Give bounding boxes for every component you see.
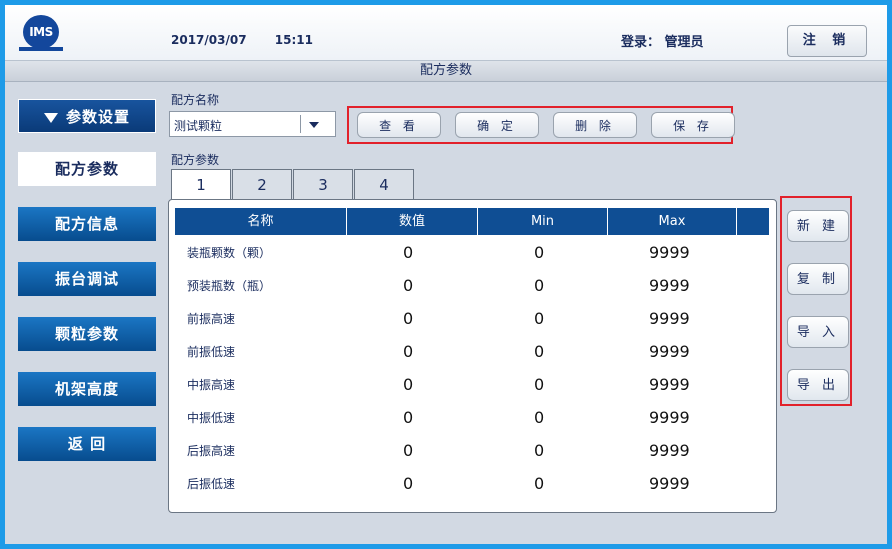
import-button[interactable]: 导 入 [787,316,849,348]
time-text: 15:11 [274,33,313,47]
table-row: 中振高速 0 0 9999 [175,369,753,401]
param-max-cell: 9999 [649,276,690,295]
top-bar: IMS 2017/03/07 15:11 登录： 管理员 注 销 [5,5,887,61]
params-table: 名称 数值 Min Max 装瓶颗数（颗） 0 0 9999 预装瓶数（瓶） 0… [168,199,777,513]
new-button[interactable]: 新 建 [787,210,849,242]
tab-3[interactable]: 3 [293,169,353,199]
select-divider [300,115,301,133]
param-min-cell: 0 [534,408,545,427]
param-max-cell: 9999 [649,375,690,394]
current-user: 管理员 [664,35,704,50]
recipe-params-label: 配方参数 [171,153,220,167]
param-min-cell: 0 [534,441,545,460]
table-row: 前振高速 0 0 9999 [175,303,753,335]
triangle-down-icon [43,112,58,123]
login-info: 登录： 管理员 [621,31,704,50]
param-name-cell: 中振低速 [187,411,236,425]
recipe-name-label: 配方名称 [171,93,220,107]
chevron-down-icon[interactable] [309,122,319,128]
param-min-cell: 0 [534,375,545,394]
login-label: 登录： [621,35,661,50]
param-name-cell: 前振高速 [187,312,236,326]
tab-1[interactable]: 1 [171,169,231,201]
param-value-cell[interactable]: 0 [403,309,413,328]
param-min-cell: 0 [534,474,545,493]
param-name-cell: 后振高速 [187,444,236,458]
sidebar-item-recipe-params[interactable]: 配方参数 [18,152,156,186]
param-value-cell[interactable]: 0 [403,441,413,460]
export-button[interactable]: 导 出 [787,369,849,401]
param-min-cell: 0 [534,243,545,262]
param-min-cell: 0 [534,342,545,361]
sidebar-item-recipe-info[interactable]: 配方信息 [18,207,156,241]
tab-4[interactable]: 4 [354,169,414,199]
param-max-cell: 9999 [649,243,690,262]
logout-button[interactable]: 注 销 [787,25,867,57]
param-name-cell: 中振高速 [187,378,236,392]
column-header-name: 名称 [175,208,347,235]
column-header-max: Max [608,208,737,235]
datetime-display: 2017/03/07 15:11 [171,33,337,47]
param-max-cell: 9999 [649,342,690,361]
recipe-select-value: 测试颗粒 [174,119,223,133]
table-row: 预装瓶数（瓶） 0 0 9999 [175,270,753,302]
confirm-button[interactable]: 确 定 [455,112,539,138]
sidebar-item-label: 参数设置 [65,108,130,126]
sidebar-item-vibration-debug[interactable]: 振台调试 [18,262,156,296]
app-window: IMS 2017/03/07 15:11 登录： 管理员 注 销 配方参数 参数… [0,0,892,549]
sidebar-item-granule-params[interactable]: 颗粒参数 [18,317,156,351]
param-name-cell: 前振低速 [187,345,236,359]
param-max-cell: 9999 [649,441,690,460]
param-name-cell: 预装瓶数（瓶） [187,279,272,293]
table-header: 名称 数值 Min Max [175,208,769,235]
date-text: 2017/03/07 [171,33,247,47]
column-header-value: 数值 [347,208,478,235]
table-row: 后振低速 0 0 9999 [175,468,753,500]
column-header-min: Min [478,208,608,235]
param-max-cell: 9999 [649,474,690,493]
table-row: 装瓶颗数（颗） 0 0 9999 [175,237,753,269]
table-row: 前振低速 0 0 9999 [175,336,753,368]
param-value-cell[interactable]: 0 [403,375,413,394]
logo-underline [19,47,63,51]
page-title: 配方参数 [5,61,887,82]
delete-button[interactable]: 删 除 [553,112,637,138]
table-row: 后振高速 0 0 9999 [175,435,753,467]
param-min-cell: 0 [534,276,545,295]
sidebar-item-rack-height[interactable]: 机架高度 [18,372,156,406]
param-name-cell: 后振低速 [187,477,236,491]
table-row: 中振低速 0 0 9999 [175,402,753,434]
param-value-cell[interactable]: 0 [403,408,413,427]
view-button[interactable]: 查 看 [357,112,441,138]
param-value-cell[interactable]: 0 [403,243,413,262]
ims-logo: IMS [23,15,59,49]
param-value-cell[interactable]: 0 [403,276,413,295]
sidebar-item-back[interactable]: 返 回 [18,427,156,461]
save-button[interactable]: 保 存 [651,112,735,138]
param-max-cell: 9999 [649,408,690,427]
param-max-cell: 9999 [649,309,690,328]
sidebar-item-param-settings[interactable]: 参数设置 [18,99,156,133]
param-min-cell: 0 [534,309,545,328]
param-name-cell: 装瓶颗数（颗） [187,246,272,260]
tab-2[interactable]: 2 [232,169,292,199]
copy-button[interactable]: 复 制 [787,263,849,295]
param-value-cell[interactable]: 0 [403,474,413,493]
param-value-cell[interactable]: 0 [403,342,413,361]
recipe-select[interactable]: 测试颗粒 [169,111,336,137]
